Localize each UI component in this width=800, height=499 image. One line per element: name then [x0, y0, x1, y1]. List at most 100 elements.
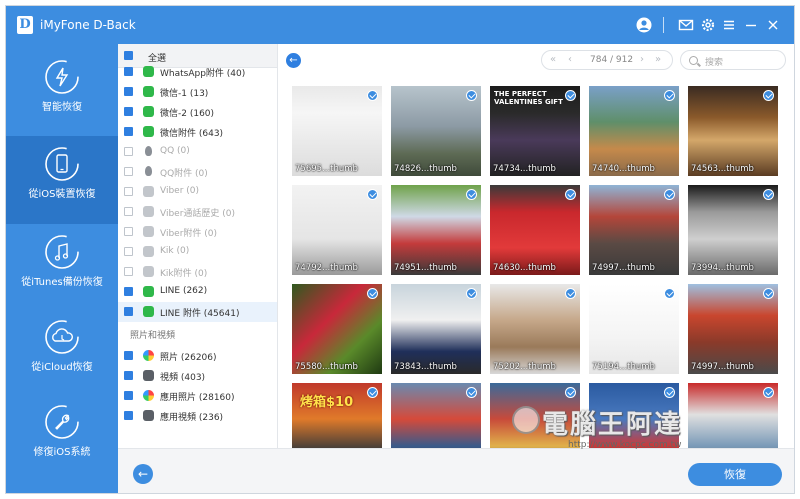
category-checkbox[interactable] [124, 351, 133, 360]
category-item[interactable]: Viber附件 (0) [118, 222, 277, 242]
photo-checkbox-icon[interactable] [466, 387, 477, 398]
photo-tile[interactable]: 74826...thumb [391, 86, 481, 176]
first-page-icon[interactable]: « [550, 54, 556, 65]
photo-tile[interactable]: 73994...thumb [688, 185, 778, 275]
settings-icon[interactable] [700, 17, 716, 33]
photo-checkbox-icon[interactable] [763, 288, 774, 299]
category-checkbox[interactable] [124, 267, 133, 276]
select-all-checkbox[interactable] [124, 51, 133, 60]
nav-ios-device-recovery[interactable]: 從iOS裝置恢復 [6, 136, 118, 224]
nav-label: 修復iOS系統 [33, 447, 91, 458]
photo-checkbox-icon[interactable] [664, 189, 675, 200]
category-item[interactable]: 照片 (26206) [118, 346, 277, 366]
photo-filename: 74740...thumb [592, 164, 655, 174]
nav-smart-recovery[interactable]: 智能恢復 [6, 59, 118, 129]
photo-filename: 74951...thumb [394, 263, 457, 273]
photo-tile[interactable]: 74563...thumb [688, 86, 778, 176]
photo-checkbox-icon[interactable] [565, 387, 576, 398]
nav-ios-repair[interactable]: 修復iOS系統 [6, 404, 118, 474]
category-item[interactable]: QQ附件 (0) [118, 162, 277, 182]
photo-checkbox-icon[interactable] [763, 387, 774, 398]
category-item[interactable]: QQ (0) [118, 142, 277, 162]
photo-checkbox-icon[interactable] [466, 90, 477, 101]
photo-tile[interactable]: 74740...thumb [589, 86, 679, 176]
photo-checkbox-icon[interactable] [565, 90, 576, 101]
category-checkbox[interactable] [124, 147, 133, 156]
photo-checkbox-icon[interactable] [763, 90, 774, 101]
category-item[interactable]: 微信附件 (643) [118, 122, 277, 142]
photo-checkbox-icon[interactable] [664, 90, 675, 101]
photo-tile[interactable] [391, 383, 481, 448]
photo-tile[interactable]: 74792...thumb [292, 185, 382, 275]
minimize-icon[interactable] [743, 17, 759, 33]
photo-tile[interactable]: 烤箱$10 [292, 383, 382, 448]
category-checkbox[interactable] [124, 391, 133, 400]
recover-button[interactable]: 恢復 [688, 463, 782, 486]
photo-checkbox-icon[interactable] [664, 387, 675, 398]
photo-tile[interactable]: 74997...thumb [589, 185, 679, 275]
category-checkbox[interactable] [124, 187, 133, 196]
nav-label: 從iTunes備份恢復 [21, 277, 103, 288]
photo-checkbox-icon[interactable] [466, 288, 477, 299]
category-item[interactable]: LINE 附件 (45641) [118, 302, 277, 322]
category-checkbox[interactable] [124, 227, 133, 236]
photo-tile[interactable]: 74630...thumb [490, 185, 580, 275]
nav-icloud-recovery[interactable]: 從iCloud恢復 [6, 319, 118, 389]
photo-tile[interactable]: 75194...thumb [589, 284, 679, 374]
photo-checkbox-icon[interactable] [763, 189, 774, 200]
last-page-icon[interactable]: » [655, 54, 661, 65]
photo-filename: 75202...thumb [493, 362, 556, 372]
photo-filename: 74630...thumb [493, 263, 556, 273]
category-checkbox[interactable] [124, 247, 133, 256]
back-button[interactable]: ← [133, 464, 153, 484]
category-label: Viber附件 (0) [160, 229, 218, 239]
photo-checkbox-icon[interactable] [367, 288, 378, 299]
user-icon[interactable] [636, 17, 652, 33]
category-item[interactable]: Kik (0) [118, 242, 277, 262]
next-page-icon[interactable]: › [640, 54, 644, 65]
category-checkbox[interactable] [124, 67, 133, 76]
category-checkbox[interactable] [124, 167, 133, 176]
category-checkbox[interactable] [124, 287, 133, 296]
menu-icon[interactable] [721, 17, 737, 33]
photo-checkbox-icon[interactable] [367, 90, 378, 101]
photo-checkbox-icon[interactable] [565, 189, 576, 200]
photo-checkbox-icon[interactable] [565, 288, 576, 299]
category-checkbox[interactable] [124, 411, 133, 420]
close-icon[interactable] [765, 17, 781, 33]
photo-checkbox-icon[interactable] [664, 288, 675, 299]
category-item[interactable]: LINE (262) [118, 282, 277, 302]
category-checkbox[interactable] [124, 207, 133, 216]
photo-tile[interactable]: 75695...thumb [292, 86, 382, 176]
nav-itunes-recovery[interactable]: 從iTunes備份恢復 [6, 234, 118, 314]
search-input[interactable]: 搜索 [680, 50, 786, 70]
photo-tile[interactable]: THE PERFECT VALENTINES GIFT 74734...thumb [490, 86, 580, 176]
category-item[interactable]: 微信-1 (13) [118, 82, 277, 102]
category-checkbox[interactable] [124, 307, 133, 316]
photo-tile[interactable]: 74997...thumb [688, 284, 778, 374]
category-item[interactable]: Kik附件 (0) [118, 262, 277, 282]
category-checkbox[interactable] [124, 87, 133, 96]
photo-tile[interactable]: 75202...thumb [490, 284, 580, 374]
photo-tile[interactable]: 74951...thumb [391, 185, 481, 275]
photo-checkbox-icon[interactable] [466, 189, 477, 200]
category-item[interactable]: 應用照片 (28160) [118, 386, 277, 406]
category-item[interactable]: WhatsApp附件 (40) [118, 62, 277, 82]
prev-page-icon[interactable]: ‹ [568, 54, 572, 65]
photo-tile[interactable]: 75580...thumb [292, 284, 382, 374]
photo-checkbox-icon[interactable] [367, 387, 378, 398]
category-item[interactable]: 視頻 (403) [118, 366, 277, 386]
category-item[interactable]: Viber通話歷史 (0) [118, 202, 277, 222]
category-item[interactable]: Viber (0) [118, 182, 277, 202]
category-checkbox[interactable] [124, 127, 133, 136]
mail-icon[interactable] [678, 17, 694, 33]
music-note-icon [45, 235, 79, 269]
photo-tile[interactable]: 73843...thumb [391, 284, 481, 374]
grid-back-button[interactable]: ← [286, 53, 301, 68]
category-item[interactable]: 應用視頻 (236) [118, 406, 277, 426]
app-icon [143, 126, 154, 137]
photo-checkbox-icon[interactable] [367, 189, 378, 200]
category-item[interactable]: 微信-2 (160) [118, 102, 277, 122]
category-checkbox[interactable] [124, 107, 133, 116]
category-checkbox[interactable] [124, 371, 133, 380]
